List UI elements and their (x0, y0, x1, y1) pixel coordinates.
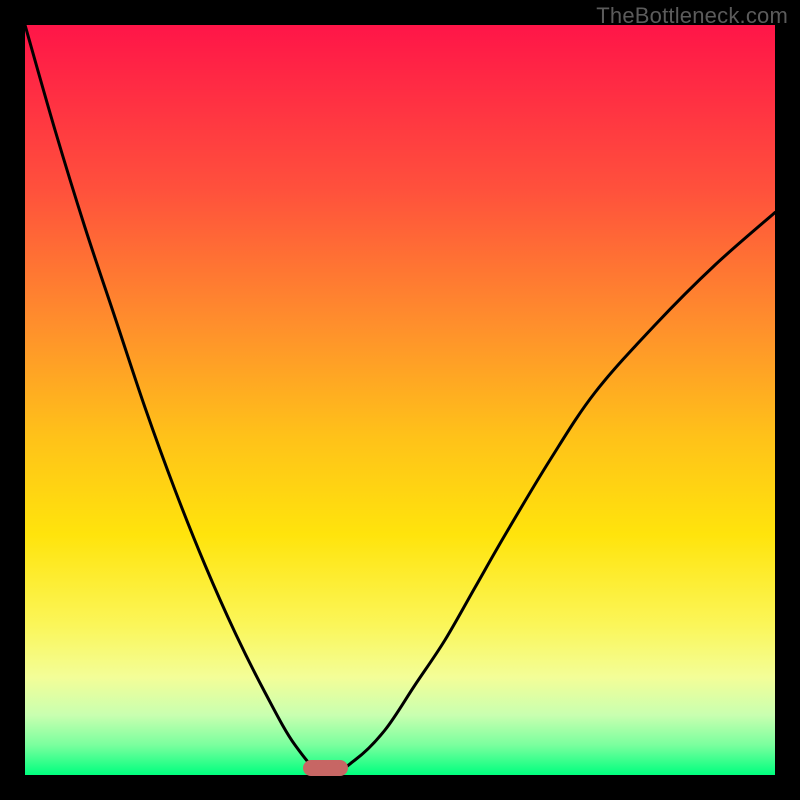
optimal-marker (303, 760, 348, 776)
chart-frame: TheBottleneck.com (0, 0, 800, 800)
plot-area (25, 25, 775, 775)
curve-layer (25, 25, 775, 775)
bottleneck-curve (25, 25, 775, 775)
